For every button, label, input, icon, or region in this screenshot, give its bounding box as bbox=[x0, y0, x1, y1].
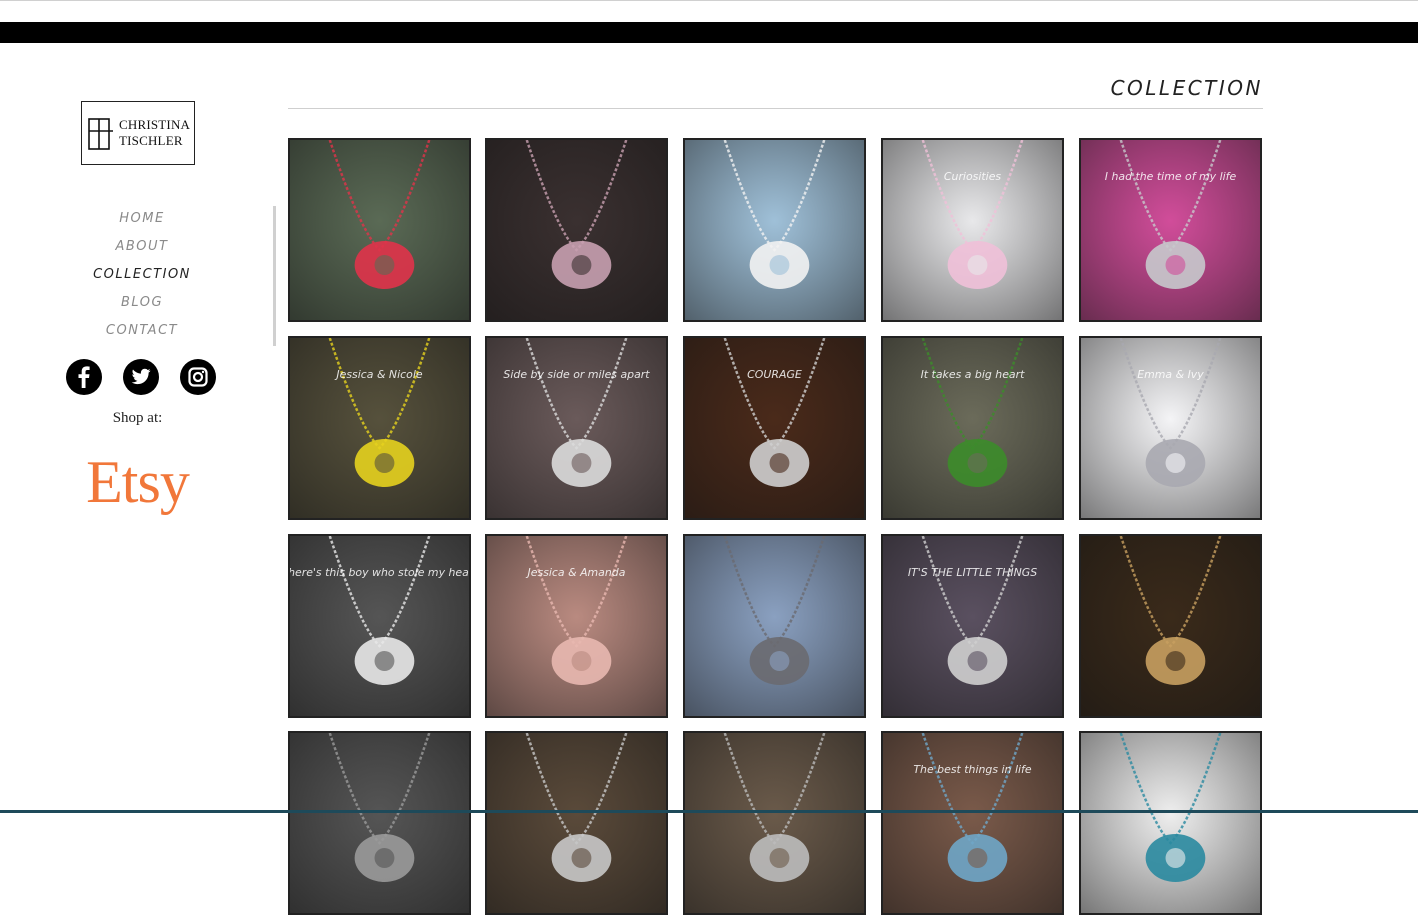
gallery-photo-washer-necklace-white[interactable]: Emma & Ivy bbox=[1079, 336, 1262, 520]
photo-image: There's this boy who stole my heart bbox=[290, 536, 469, 716]
logo-text: CHRISTINA TISCHLER bbox=[119, 117, 190, 149]
photo-image: The best things in life bbox=[883, 733, 1062, 913]
photo-caption: Jessica & Amanda bbox=[526, 566, 626, 579]
photo-image: Jessica & Amanda bbox=[487, 536, 666, 716]
photo-image bbox=[487, 733, 666, 913]
gallery-photo-craft-tent[interactable] bbox=[683, 138, 866, 322]
photo-image bbox=[685, 536, 864, 716]
site-logo[interactable]: CHRISTINA TISCHLER bbox=[81, 101, 195, 165]
photo-image bbox=[487, 140, 666, 320]
photo-caption: Emma & Ivy bbox=[1137, 368, 1204, 381]
logo-line-2: TISCHLER bbox=[119, 133, 183, 148]
photo-caption: Jessica & Nicole bbox=[334, 368, 422, 381]
gallery-photo-cuffs-display[interactable] bbox=[1079, 534, 1262, 718]
gallery-photo-bark-necklace[interactable] bbox=[485, 731, 668, 915]
gallery-photo-pink-mug-books[interactable] bbox=[485, 138, 668, 322]
gallery-photo-three-necklaces[interactable] bbox=[1079, 731, 1262, 915]
gallery-photo-courage-bar[interactable]: COURAGE bbox=[683, 336, 866, 520]
photo-caption: I had the time of my life bbox=[1105, 170, 1237, 183]
photo-caption: IT'S THE LITTLE THINGS bbox=[908, 566, 1037, 579]
nav-about[interactable]: ABOUT bbox=[60, 237, 224, 265]
logo-monogram-icon bbox=[88, 118, 113, 150]
nav-contact[interactable]: CONTACT bbox=[60, 321, 224, 349]
social-links bbox=[66, 359, 216, 395]
facebook-icon[interactable] bbox=[66, 359, 102, 395]
shop-label: Shop at: bbox=[112, 410, 163, 426]
nav-blog[interactable]: BLOG bbox=[60, 293, 224, 321]
photo-image bbox=[290, 140, 469, 320]
gallery-photo-two-pendants-rock[interactable]: Side by side or miles apart bbox=[485, 336, 668, 520]
top-black-bar bbox=[0, 22, 1418, 43]
photo-image bbox=[685, 140, 864, 320]
gallery-photo-iris-washer[interactable]: Jessica & Amanda bbox=[485, 534, 668, 718]
photo-caption: COURAGE bbox=[747, 368, 802, 381]
photo-image: Emma & Ivy bbox=[1081, 338, 1260, 518]
photo-image: IT'S THE LITTLE THINGS bbox=[883, 536, 1062, 716]
page-title: COLLECTION bbox=[1110, 76, 1263, 100]
photo-caption: There's this boy who stole my heart bbox=[290, 566, 469, 579]
gallery-photo-yellow-flowers-pendant[interactable]: Jessica & Nicole bbox=[288, 336, 471, 520]
gallery-photo-curiosities-shop[interactable]: Curiosities bbox=[881, 138, 1064, 322]
photo-image: Curiosities bbox=[883, 140, 1062, 320]
photo-image: Side by side or miles apart bbox=[487, 338, 666, 518]
photo-caption: Curiosities bbox=[944, 170, 1002, 183]
gallery-photo-newspaper-dog-tag[interactable]: There's this boy who stole my heart bbox=[288, 534, 471, 718]
photo-image bbox=[1081, 536, 1260, 716]
photo-image: COURAGE bbox=[685, 338, 864, 518]
nav-home[interactable]: HOME bbox=[60, 209, 224, 237]
gallery-photo-ivy-teacher-pendant[interactable]: It takes a big heart bbox=[881, 336, 1064, 520]
gallery-photo-cuff-on-coneflower[interactable]: I had the time of my life bbox=[1079, 138, 1262, 322]
title-divider bbox=[288, 108, 1263, 109]
photo-image: It takes a big heart bbox=[883, 338, 1062, 518]
nav-collection[interactable]: COLLECTION bbox=[60, 265, 224, 293]
photo-image bbox=[685, 733, 864, 913]
gallery-photo-blue-pendant-pearl[interactable]: The best things in life bbox=[881, 731, 1064, 915]
gallery-photo-stone-cairn[interactable] bbox=[683, 534, 866, 718]
photo-caption: Side by side or miles apart bbox=[503, 368, 650, 381]
gallery-photo-bark-tree-pendant[interactable] bbox=[683, 731, 866, 915]
gallery-photo-little-things[interactable]: IT'S THE LITTLE THINGS bbox=[881, 534, 1064, 718]
logo-line-1: CHRISTINA bbox=[119, 117, 191, 132]
etsy-link[interactable]: Etsy bbox=[60, 447, 215, 517]
photo-image: I had the time of my life bbox=[1081, 140, 1260, 320]
gallery-photo-charm-bracelet-flowers[interactable] bbox=[288, 138, 471, 322]
photo-image bbox=[1081, 733, 1260, 913]
photo-image bbox=[290, 733, 469, 913]
photo-caption: The best things in life bbox=[913, 763, 1031, 776]
browser-top-line bbox=[0, 0, 1418, 1]
twitter-icon[interactable] bbox=[123, 359, 159, 395]
main-nav: HOME ABOUT COLLECTION BLOG CONTACT bbox=[60, 209, 224, 349]
gallery-photo-tools-bw[interactable] bbox=[288, 731, 471, 915]
sidebar-scrollbar[interactable] bbox=[273, 206, 276, 346]
photo-caption: It takes a big heart bbox=[921, 368, 1026, 381]
photo-image: Jessica & Nicole bbox=[290, 338, 469, 518]
instagram-icon[interactable] bbox=[180, 359, 216, 395]
